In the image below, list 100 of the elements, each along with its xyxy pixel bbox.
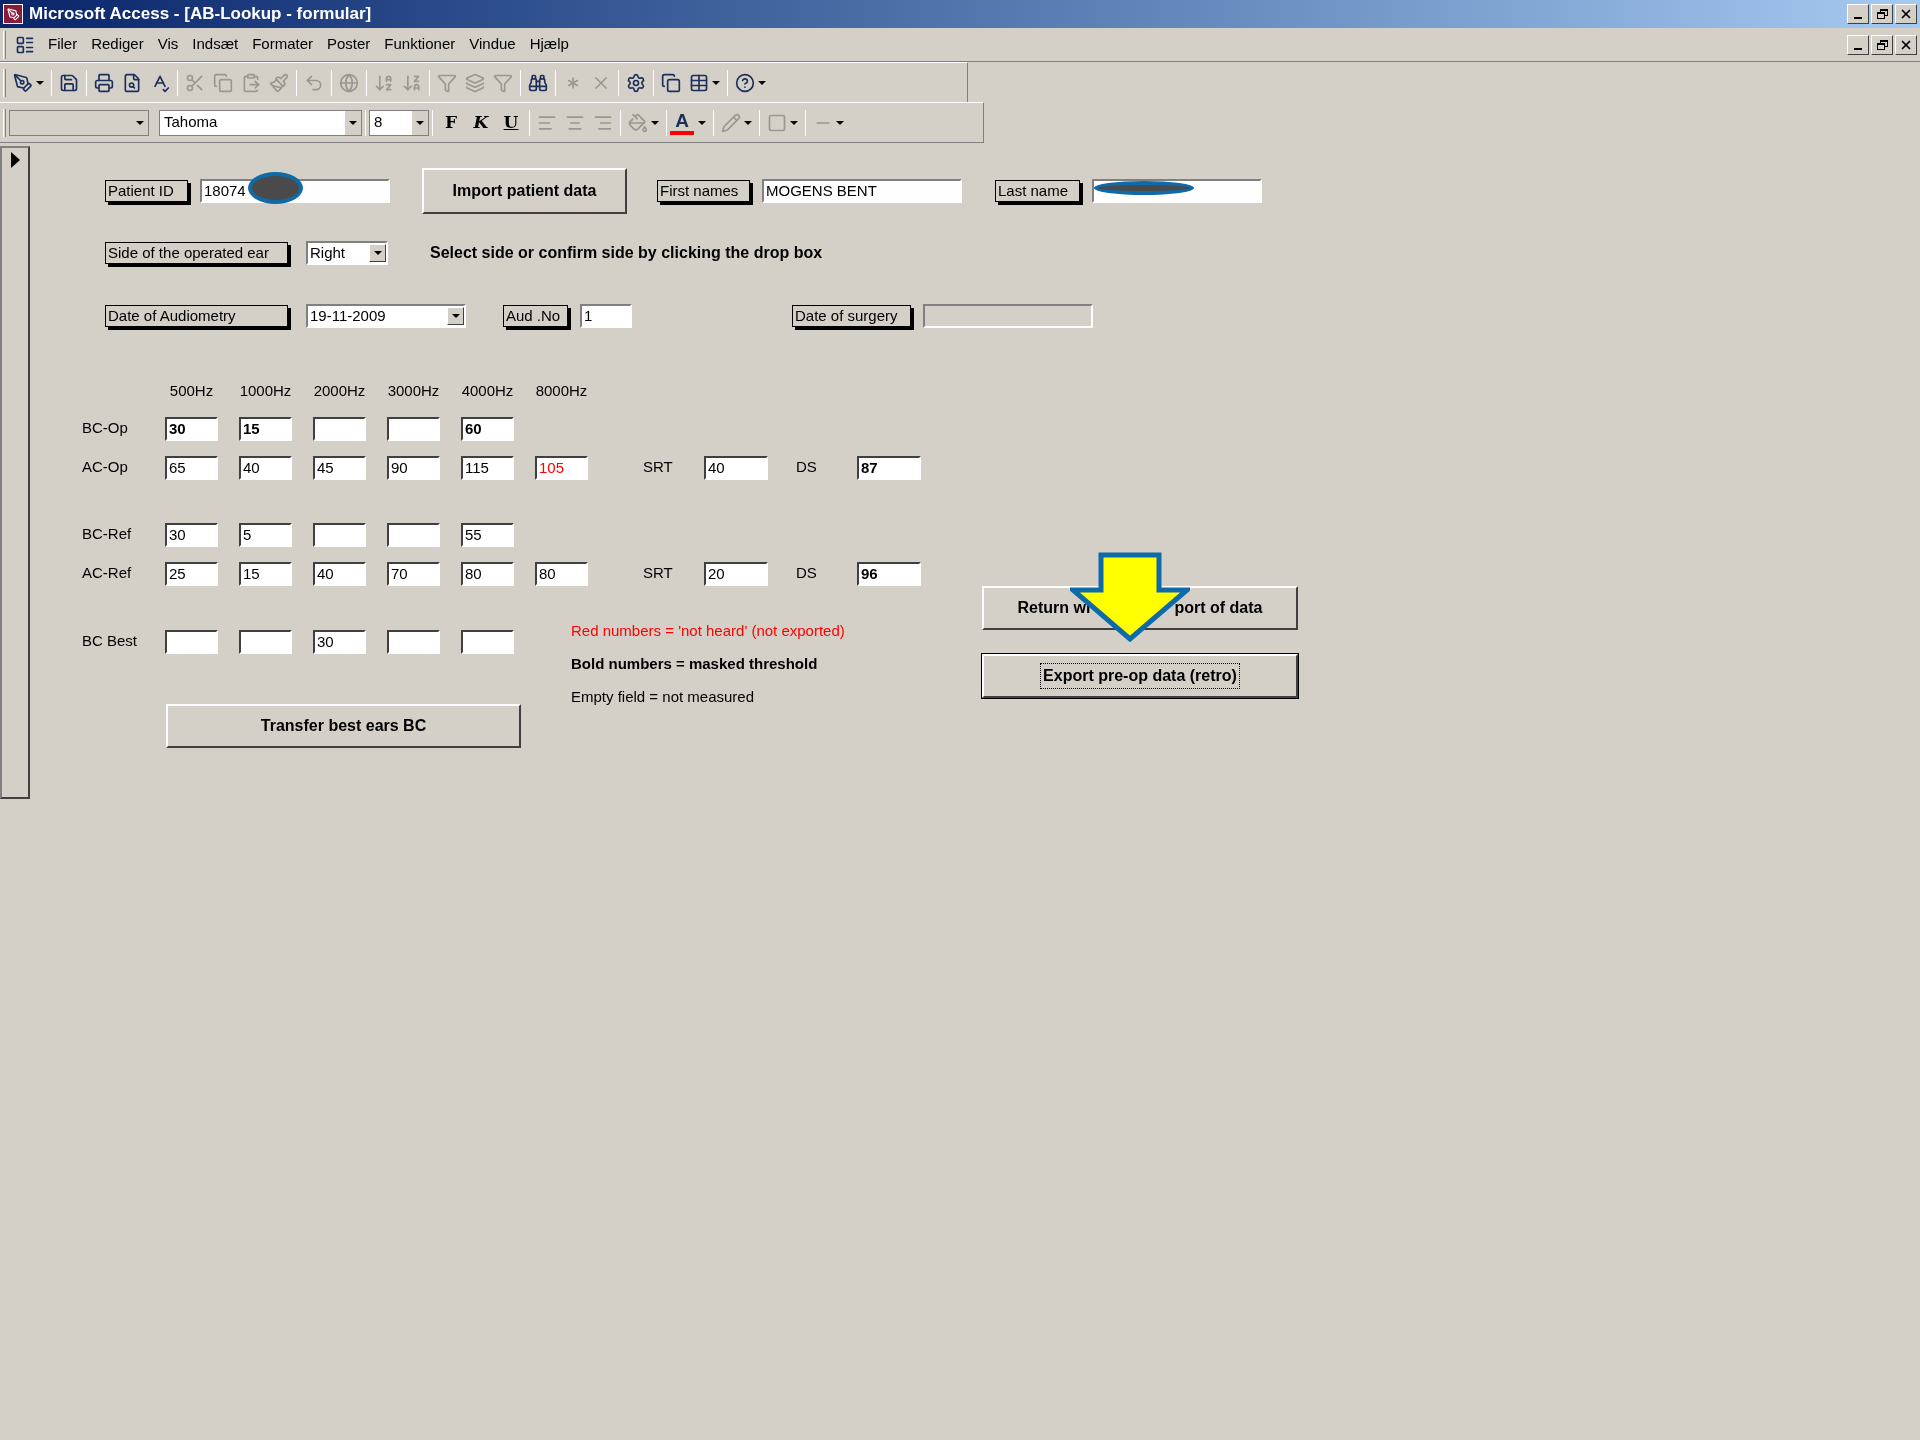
field-label: Patient ID xyxy=(105,180,188,202)
threshold-field[interactable]: 60 xyxy=(461,416,514,441)
threshold-field[interactable]: 45 xyxy=(313,455,366,480)
threshold-field[interactable]: 80 xyxy=(535,561,588,586)
menu-item[interactable]: Hjælp xyxy=(522,33,576,56)
frequency-header: 3000Hz xyxy=(387,381,440,401)
threshold-field[interactable]: 15 xyxy=(239,561,292,586)
help-icon[interactable] xyxy=(735,72,755,93)
field-label: First names xyxy=(657,180,750,202)
properties-icon[interactable] xyxy=(626,72,646,93)
import-button[interactable]: Import patient data xyxy=(422,168,627,214)
legend-text: Red numbers = 'not heard' (not exported) xyxy=(571,620,845,641)
menu-item[interactable]: Indsæt xyxy=(185,33,246,56)
srt-field[interactable]: 20 xyxy=(704,561,768,586)
frequency-header: 2000Hz xyxy=(313,381,366,401)
minimize-icon[interactable] xyxy=(1847,4,1869,24)
threshold-field[interactable] xyxy=(387,629,440,654)
row-label: BC-Ref xyxy=(82,524,133,545)
threshold-field[interactable]: 70 xyxy=(387,561,440,586)
bold-button[interactable]: F xyxy=(436,109,466,136)
underline-button[interactable]: U xyxy=(496,109,526,136)
srt-label: SRT xyxy=(643,563,674,584)
print-icon[interactable] xyxy=(94,72,114,93)
threshold-field[interactable]: 25 xyxy=(165,561,218,586)
field-label: Date of surgery xyxy=(792,305,911,327)
caret-icon[interactable] xyxy=(744,120,752,125)
style-dropdown[interactable] xyxy=(9,109,149,136)
field-label: Last name xyxy=(995,180,1080,202)
threshold-field[interactable]: 40 xyxy=(239,455,292,480)
ds-label: DS xyxy=(796,457,818,478)
instruction-text: Select side or confirm side by clicking the drop box xyxy=(430,243,823,263)
legend-text: Empty field = not measured xyxy=(571,686,755,707)
threshold-field[interactable]: 65 xyxy=(165,455,218,480)
menu-item[interactable]: Rediger xyxy=(84,33,151,56)
threshold-field[interactable] xyxy=(387,416,440,441)
frequency-header: 500Hz xyxy=(168,381,215,401)
threshold-field[interactable]: 55 xyxy=(461,522,514,547)
text-field[interactable]: 1 xyxy=(580,304,632,328)
threshold-field[interactable]: 115 xyxy=(461,455,514,480)
threshold-field[interactable]: 105 xyxy=(535,455,588,480)
restore-icon[interactable] xyxy=(1871,34,1893,55)
frequency-header: 4000Hz xyxy=(461,381,514,401)
threshold-field[interactable] xyxy=(165,629,218,654)
text-field[interactable]: MOGENS BENT xyxy=(762,179,962,203)
menu-item[interactable]: Vis xyxy=(150,33,186,56)
threshold-field[interactable] xyxy=(313,522,366,547)
caret-icon[interactable] xyxy=(836,120,844,125)
ds-field[interactable]: 87 xyxy=(857,455,921,480)
row-label: AC-Ref xyxy=(82,563,133,584)
threshold-field[interactable]: 15 xyxy=(239,416,292,441)
row-label: BC-Op xyxy=(82,418,129,439)
field-label: Date of Audiometry xyxy=(105,305,288,327)
caret-icon[interactable] xyxy=(758,80,766,85)
caret-icon[interactable] xyxy=(651,120,659,125)
redaction-overlay xyxy=(248,172,303,204)
threshold-field[interactable]: 30 xyxy=(313,629,366,654)
fill-color-icon[interactable] xyxy=(628,112,648,133)
transfer-button[interactable]: Transfer best ears BC xyxy=(166,703,521,748)
restore-icon[interactable] xyxy=(1871,4,1893,24)
ds-field[interactable]: 96 xyxy=(857,561,921,586)
caret-icon[interactable] xyxy=(36,80,44,85)
form-menu-icon[interactable] xyxy=(15,34,35,55)
close-icon[interactable] xyxy=(1895,34,1917,55)
close-icon[interactable] xyxy=(1895,4,1917,24)
threshold-field[interactable]: 80 xyxy=(461,561,514,586)
dropdown[interactable]: 19-11-2009 xyxy=(306,304,466,328)
threshold-field[interactable]: 90 xyxy=(387,455,440,480)
print-preview-icon[interactable] xyxy=(122,72,142,93)
threshold-field[interactable] xyxy=(387,522,440,547)
minimize-icon[interactable] xyxy=(1847,34,1869,55)
frequency-header: 8000Hz xyxy=(535,381,588,401)
menu-item[interactable]: Poster xyxy=(320,33,378,56)
threshold-field[interactable]: 5 xyxy=(239,522,292,547)
threshold-field[interactable] xyxy=(239,629,292,654)
threshold-field[interactable]: 30 xyxy=(165,522,218,547)
export-button[interactable]: Export pre-op data (retro) xyxy=(982,654,1298,698)
menu-item[interactable]: Formater xyxy=(245,33,320,56)
italic-button[interactable]: K xyxy=(466,109,496,136)
font-size-dropdown[interactable]: 8 xyxy=(369,109,429,136)
caret-icon[interactable] xyxy=(790,120,798,125)
threshold-field[interactable]: 30 xyxy=(165,416,218,441)
caret-icon[interactable] xyxy=(712,80,720,85)
srt-field[interactable]: 40 xyxy=(704,455,768,480)
line-color-icon[interactable] xyxy=(721,112,741,133)
record-selector[interactable] xyxy=(0,146,30,799)
menu-item[interactable]: Vindue xyxy=(462,33,523,56)
field-label: Side of the operated ear xyxy=(105,242,288,264)
menu-item[interactable]: Funktioner xyxy=(377,33,463,56)
font-dropdown[interactable]: Tahoma xyxy=(159,109,362,136)
font-color-button[interactable]: A xyxy=(670,110,694,135)
menu-item[interactable]: Filer xyxy=(41,33,85,56)
threshold-field[interactable] xyxy=(461,629,514,654)
caret-icon[interactable] xyxy=(698,120,706,125)
row-label: AC-Op xyxy=(82,457,129,478)
threshold-field[interactable]: 40 xyxy=(313,561,366,586)
dropdown[interactable]: Right xyxy=(306,241,388,265)
save-icon[interactable] xyxy=(59,72,79,93)
srt-label: SRT xyxy=(643,457,674,478)
binoculars-icon[interactable] xyxy=(528,72,548,93)
threshold-field[interactable] xyxy=(313,416,366,441)
